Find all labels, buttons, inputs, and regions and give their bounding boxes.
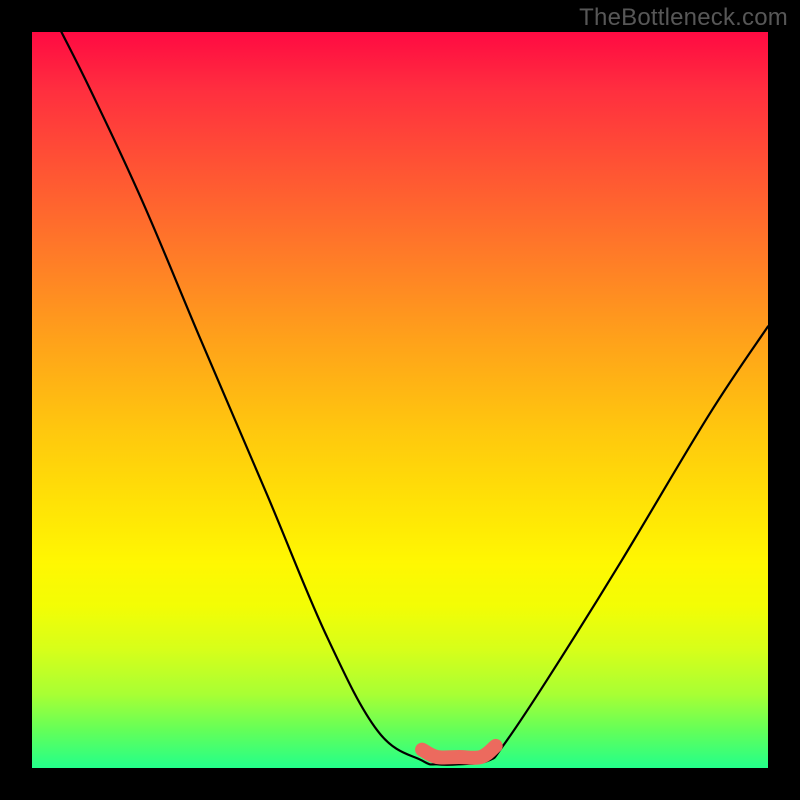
chart-svg <box>32 32 768 768</box>
bottleneck-curve <box>61 32 768 765</box>
optimal-zone-marker <box>422 746 496 758</box>
chart-plot-area <box>32 32 768 768</box>
watermark-text: TheBottleneck.com <box>579 4 788 32</box>
frame-right <box>768 0 800 800</box>
frame-bottom <box>0 768 800 800</box>
frame-left <box>0 0 32 800</box>
